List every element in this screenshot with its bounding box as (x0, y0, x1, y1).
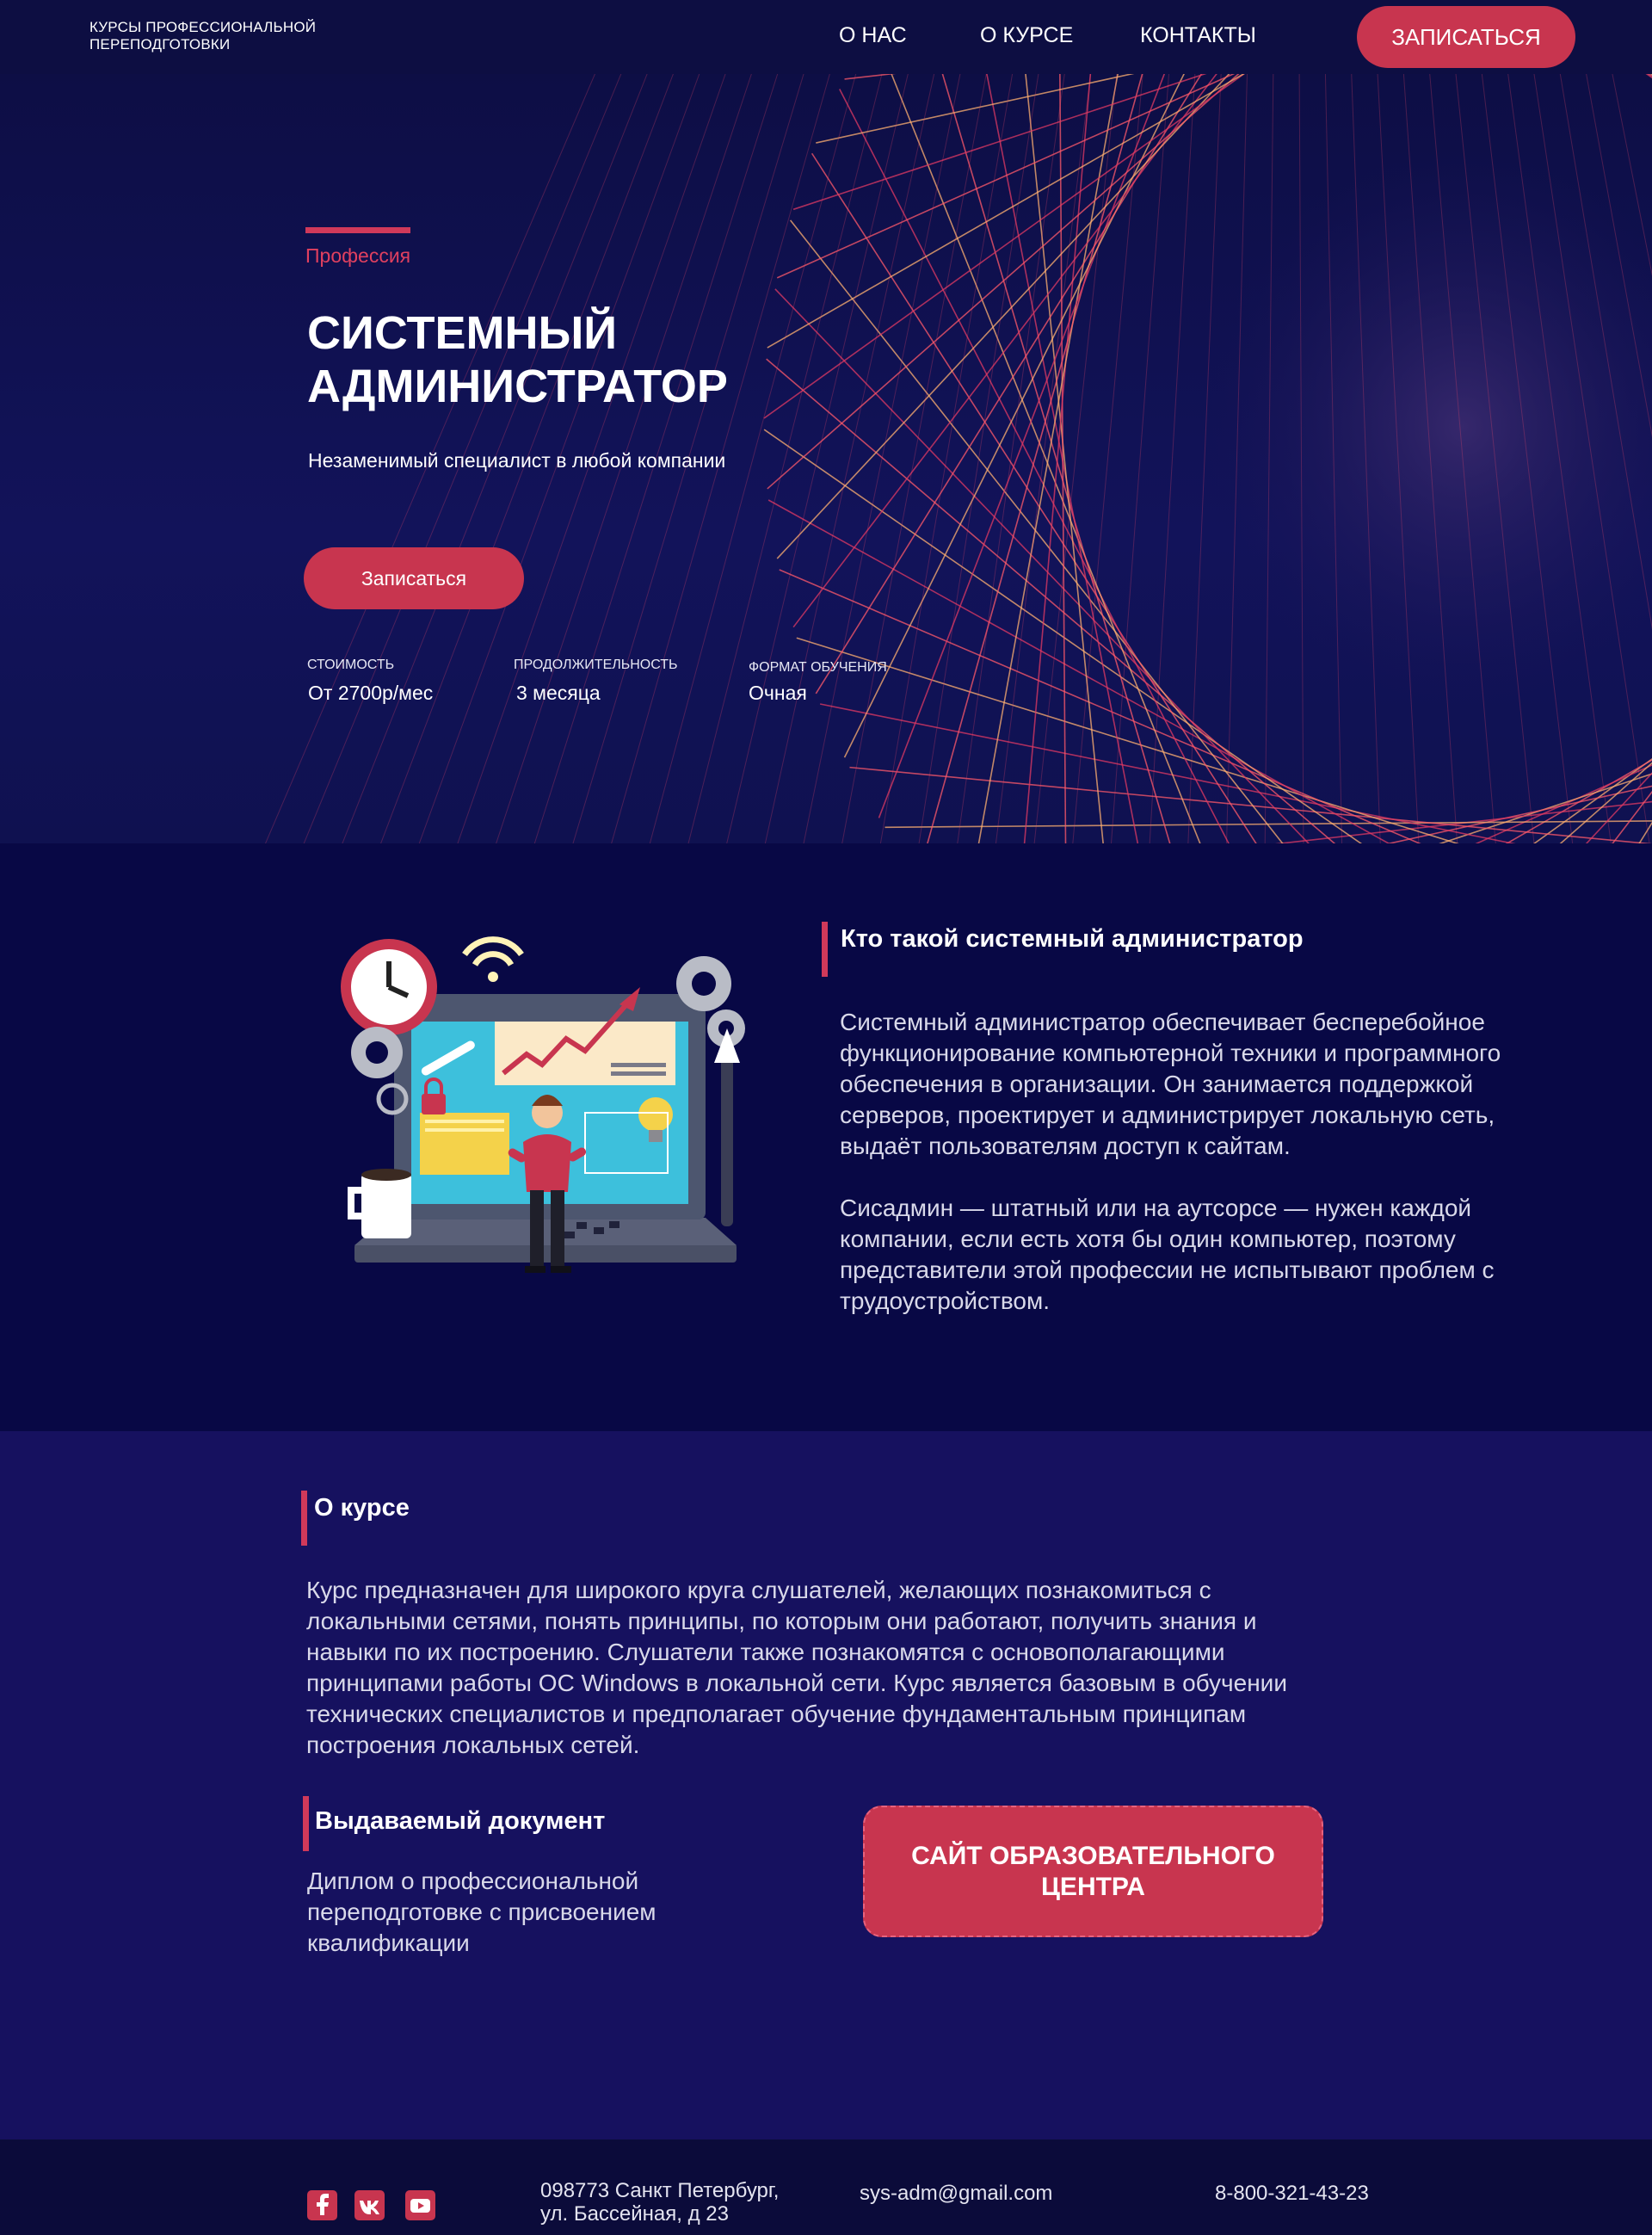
nav-link-about-course[interactable]: О КУРСЕ (980, 22, 1073, 48)
top-nav: КУРСЫ ПРОФЕССИОНАЛЬНОЙ ПЕРЕПОДГОТОВКИ О … (0, 0, 1652, 74)
role-paragraph-1: Системный администратор обеспечивает бес… (840, 1009, 1501, 1159)
youtube-icon[interactable] (405, 2190, 435, 2220)
document-section-title: Выдаваемый документ (315, 1807, 606, 1835)
fact-value-duration: 3 месяца (516, 682, 601, 704)
facebook-icon[interactable] (307, 2190, 337, 2220)
hero-string-line (927, 74, 1143, 843)
hero-subtitle: Незаменимый специалист в любой компании (308, 449, 726, 472)
fact-value-format: Очная (749, 682, 807, 704)
hero-string-line (1149, 74, 1196, 843)
hero-string-line (1110, 74, 1170, 843)
education-center-site-button[interactable]: САЙТ ОБРАЗОВАТЕЛЬНОГО ЦЕНТРА (863, 1806, 1323, 1937)
nav-signup-button[interactable]: ЗАПИСАТЬСЯ (1357, 6, 1575, 68)
hero-section: Профессия СИСТЕМНЫЙ АДМИНИСТРАТОР Незаме… (0, 74, 1652, 843)
eyebrow-accent-bar (305, 227, 410, 233)
role-paragraph-2: Сисадмин — штатный или на аутсорсе — нуж… (840, 1195, 1495, 1314)
hero-string-line (879, 74, 1014, 843)
course-section-title: О курсе (314, 1494, 410, 1522)
hero-string-line (1059, 74, 1067, 843)
brand-logo-text[interactable]: КУРСЫ ПРОФЕССИОНАЛЬНОЙ ПЕРЕПОДГОТОВКИ (89, 19, 365, 53)
role-title-accent-bar (822, 922, 828, 977)
hero-signup-button[interactable]: Записаться (304, 547, 524, 609)
footer-address-line-1: 098773 Санкт Петербург, (540, 2179, 780, 2202)
hero-title: СИСТЕМНЫЙ АДМИНИСТРАТОР (307, 307, 728, 412)
document-title-accent-bar (303, 1796, 309, 1851)
course-title-accent-bar (301, 1491, 307, 1546)
hero-string-line (957, 74, 1065, 843)
hero-string-line (816, 74, 1135, 144)
role-section-title: Кто такой системный администратор (841, 925, 1304, 953)
fact-label-format: ФОРМАТ ОБУЧЕНИЯ (749, 660, 887, 675)
fact-label-duration: ПРОДОЛЖИТЕЛЬНОСТЬ (514, 658, 678, 672)
course-description: Курс предназначен для широкого круга слу… (306, 1577, 1287, 1758)
fact-label-price: СТОИМОСТЬ (307, 658, 395, 672)
document-description: Диплом о профессиональной переподготовке… (307, 1868, 656, 1956)
course-section (0, 1431, 1652, 2139)
sysadmin-illustration (341, 936, 745, 1273)
hero-string-line (1386, 785, 1652, 843)
footer (0, 2139, 1652, 2235)
hero-string-line (844, 74, 897, 80)
fact-value-price: От 2700р/мес (308, 682, 434, 704)
vk-icon[interactable] (354, 2190, 385, 2220)
hero-string-line (764, 74, 935, 843)
nav-link-contacts[interactable]: КОНТАКТЫ (1140, 22, 1256, 48)
nav-link-about-us[interactable]: О НАС (839, 22, 907, 48)
hero-string-line (1274, 800, 1652, 843)
footer-address-line-2: ул. Бассейная, д 23 (540, 2202, 729, 2226)
hero-eyebrow: Профессия (305, 244, 411, 267)
hero-string-line (964, 74, 1652, 133)
footer-phone-link[interactable]: 8-800-321-43-23 (1215, 2182, 1369, 2205)
footer-email-link[interactable]: sys-adm@gmail.com (860, 2182, 1052, 2205)
hero-string-line (841, 74, 987, 843)
hero-string-line (918, 74, 1039, 843)
hero-string-line (977, 74, 1119, 843)
hero-string-art-decoration (265, 74, 1652, 843)
